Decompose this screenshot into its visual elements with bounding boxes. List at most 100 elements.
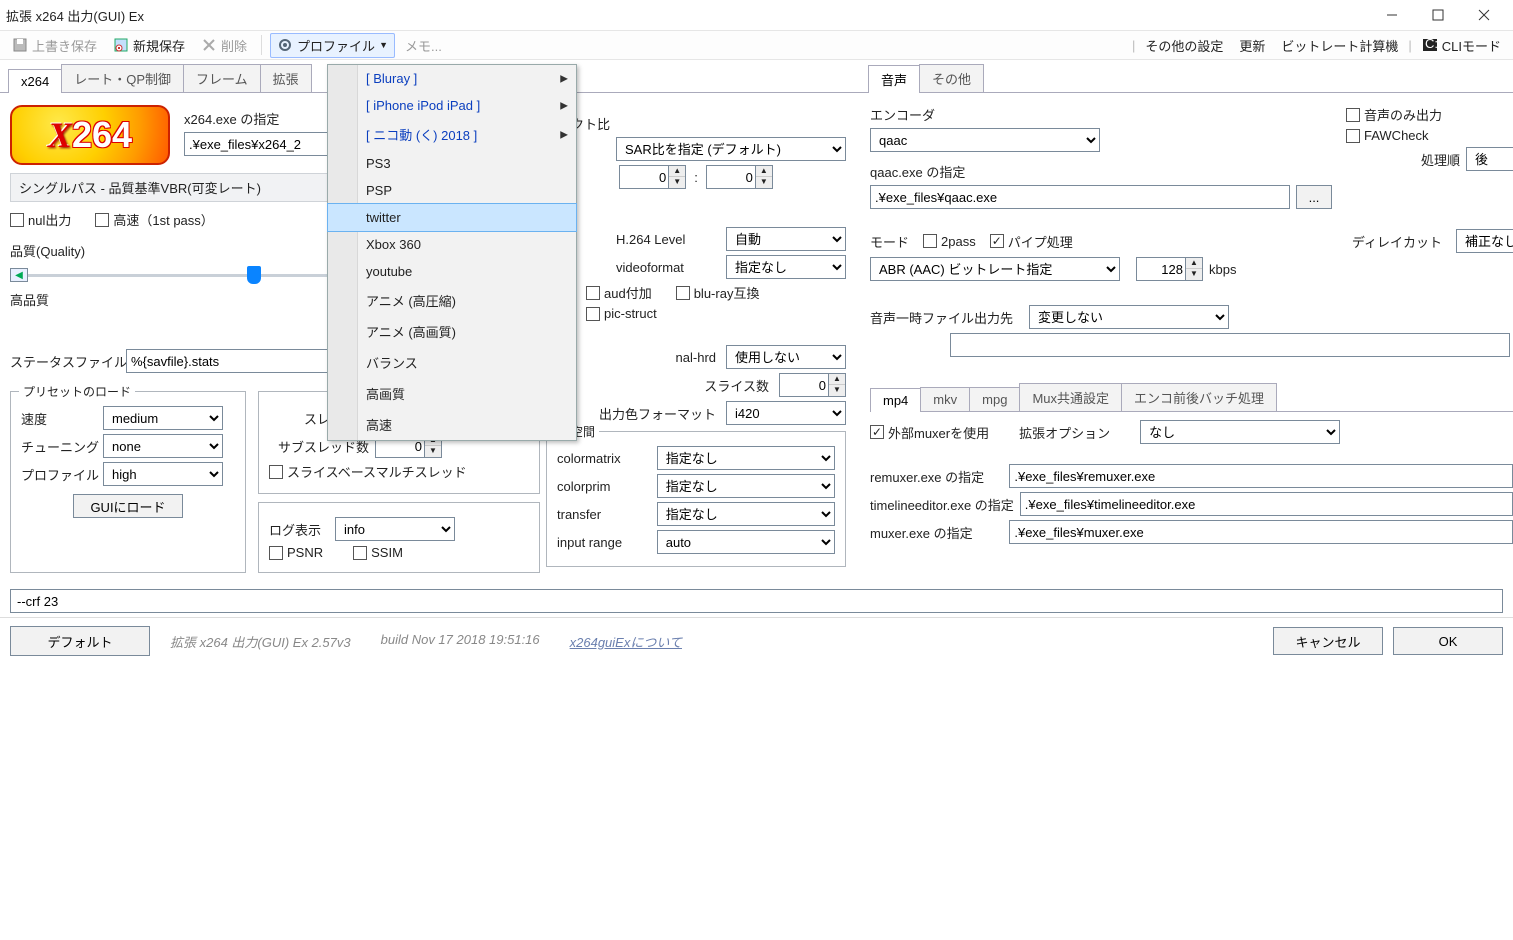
toolbar-save-new[interactable]: 新規保存: [107, 34, 191, 57]
audio-abr-select[interactable]: ABR (AAC) ビットレート指定: [870, 257, 1120, 281]
order-select[interactable]: 後: [1466, 147, 1513, 171]
profile-menu-item[interactable]: 高画質: [328, 378, 576, 409]
default-button[interactable]: デフォルト: [10, 626, 150, 656]
profile-menu-item[interactable]: PS3: [328, 150, 576, 177]
outcolor-select[interactable]: i420: [726, 401, 846, 425]
colormatrix-select[interactable]: 指定なし: [657, 446, 835, 470]
toolbar-bitrate-calc[interactable]: ビットレート計算機: [1275, 34, 1404, 57]
delaycut-select[interactable]: 補正なし: [1456, 229, 1513, 253]
preset-speed-select[interactable]: medium: [103, 406, 223, 430]
pipe-checkbox[interactable]: パイプ処理: [990, 232, 1073, 251]
tab-other[interactable]: その他: [919, 64, 984, 92]
qaac-exe-input[interactable]: [870, 185, 1290, 209]
toolbar-delete[interactable]: 削除: [195, 34, 253, 57]
save-new-icon: [113, 37, 129, 53]
commandline-input[interactable]: [10, 589, 1503, 613]
tab-rate-qp[interactable]: レート・QP制御: [61, 64, 184, 92]
terminal-icon: C:\: [1422, 37, 1438, 53]
ssim-checkbox[interactable]: SSIM: [353, 545, 403, 560]
videoformat-label: videoformat: [616, 260, 716, 275]
toolbar-other-settings[interactable]: その他の設定: [1139, 34, 1229, 57]
ext-muxer-checkbox[interactable]: 外部muxerを使用: [870, 423, 989, 442]
profile-menu-item[interactable]: バランス: [328, 347, 576, 378]
window-minimize-button[interactable]: [1369, 0, 1415, 30]
twopass-checkbox[interactable]: 2pass: [923, 234, 976, 249]
qaac-exe-browse[interactable]: ...: [1296, 185, 1332, 209]
sar-a-spin[interactable]: ▲▼: [619, 165, 686, 189]
bluray-checkbox[interactable]: blu-ray互換: [676, 283, 760, 302]
transfer-select[interactable]: 指定なし: [657, 502, 835, 526]
delaycut-label: ディレイカット: [1352, 232, 1442, 251]
preset-profile-select[interactable]: high: [103, 462, 223, 486]
toolbar-separator: [261, 35, 262, 55]
tab-ext[interactable]: 拡張: [260, 64, 312, 92]
tab-batch[interactable]: エンコ前後バッチ処理: [1121, 383, 1277, 411]
muxer-input[interactable]: [1009, 520, 1512, 544]
toolbar-overwrite-save[interactable]: 上書き保存: [6, 34, 103, 57]
inputrange-select[interactable]: auto: [657, 530, 835, 554]
profile-menu-item[interactable]: twitter: [328, 204, 576, 231]
nul-output-checkbox[interactable]: nul出力: [10, 210, 71, 229]
toolbar-update[interactable]: 更新: [1233, 34, 1271, 57]
encoder-select[interactable]: qaac: [870, 128, 1100, 152]
profile-menu-item[interactable]: [ ニコ動 (く) 2018 ]▶: [328, 119, 576, 150]
profile-menu-item[interactable]: youtube: [328, 258, 576, 285]
profile-menu-item[interactable]: 高速: [328, 409, 576, 440]
window-title: 拡張 x264 出力(GUI) Ex: [6, 6, 1369, 25]
audio-only-checkbox[interactable]: 音声のみ出力: [1346, 105, 1442, 124]
panel-audio: エンコーダ qaac qaac.exe の指定 ... 音声のみ出力 FAWCh…: [870, 101, 1513, 581]
slider-back-button[interactable]: ◀: [10, 268, 28, 282]
audio-tmp-select[interactable]: 変更しない: [1029, 305, 1229, 329]
toolbar-cli-mode[interactable]: C:\ CLIモード: [1416, 34, 1507, 57]
tleditor-input[interactable]: [1020, 492, 1513, 516]
transfer-label: transfer: [557, 507, 647, 522]
qaac-exe-label: qaac.exe の指定: [870, 162, 965, 181]
picstruct-checkbox[interactable]: pic-struct: [586, 306, 657, 321]
tab-x264[interactable]: x264: [8, 69, 62, 93]
fast-1st-pass-checkbox[interactable]: 高速（1st pass）: [95, 210, 213, 229]
sar-b-spin[interactable]: ▲▼: [706, 165, 773, 189]
profile-menu-item[interactable]: [ Bluray ]▶: [328, 65, 576, 92]
tab-frame[interactable]: フレーム: [183, 64, 261, 92]
footer: デフォルト 拡張 x264 出力(GUI) Ex 2.57v3 build No…: [0, 617, 1513, 664]
tab-mkv[interactable]: mkv: [920, 387, 970, 411]
slices-spin[interactable]: ▲▼: [779, 373, 846, 397]
colorprim-select[interactable]: 指定なし: [657, 474, 835, 498]
status-file-label: ステータスファイル: [10, 352, 120, 371]
about-link[interactable]: x264guiExについて: [570, 632, 682, 651]
fawcheck-checkbox[interactable]: FAWCheck: [1346, 128, 1429, 143]
remuxer-input[interactable]: [1009, 464, 1512, 488]
nalhrd-select[interactable]: 使用しない: [726, 345, 846, 369]
window-maximize-button[interactable]: [1415, 0, 1461, 30]
aud-checkbox[interactable]: aud付加: [586, 283, 652, 302]
profile-menu-item[interactable]: アニメ (高画質): [328, 316, 576, 347]
window-close-button[interactable]: [1461, 0, 1507, 30]
tab-mux-common[interactable]: Mux共通設定: [1019, 383, 1122, 411]
tab-mpg[interactable]: mpg: [969, 387, 1020, 411]
profile-menu-item[interactable]: Xbox 360: [328, 231, 576, 258]
audio-abr-rate[interactable]: ▲▼: [1136, 257, 1203, 281]
profile-menu-item[interactable]: アニメ (高圧縮): [328, 285, 576, 316]
log-level-select[interactable]: info: [335, 517, 455, 541]
slice-mt-checkbox[interactable]: スライスベースマルチスレッド: [269, 462, 467, 481]
gui-load-button[interactable]: GUIにロード: [73, 494, 183, 518]
submenu-arrow-icon: ▶: [560, 100, 568, 111]
slices-label: スライス数: [669, 376, 769, 395]
h264-level-select[interactable]: 自動: [726, 227, 846, 251]
tab-audio[interactable]: 音声: [868, 65, 920, 93]
toolbar-profile-dropdown[interactable]: プロファイル ▼: [270, 33, 395, 58]
tab-mp4[interactable]: mp4: [870, 388, 921, 412]
cancel-button[interactable]: キャンセル: [1273, 627, 1383, 655]
audio-tmp-label: 音声一時ファイル出力先: [870, 308, 1013, 327]
videoformat-select[interactable]: 指定なし: [726, 255, 846, 279]
audio-tmp-path[interactable]: [950, 333, 1510, 357]
aspect-select[interactable]: SAR比を指定 (デフォルト): [616, 137, 846, 161]
ok-button[interactable]: OK: [1393, 627, 1503, 655]
profile-menu-item[interactable]: PSP: [328, 177, 576, 204]
preset-tune-select[interactable]: none: [103, 434, 223, 458]
ext-opt-select[interactable]: なし: [1140, 420, 1340, 444]
preset-speed-label: 速度: [21, 409, 97, 428]
psnr-checkbox[interactable]: PSNR: [269, 545, 323, 560]
profile-menu-item[interactable]: [ iPhone iPod iPad ]▶: [328, 92, 576, 119]
toolbar-memo[interactable]: メモ...: [399, 34, 448, 57]
